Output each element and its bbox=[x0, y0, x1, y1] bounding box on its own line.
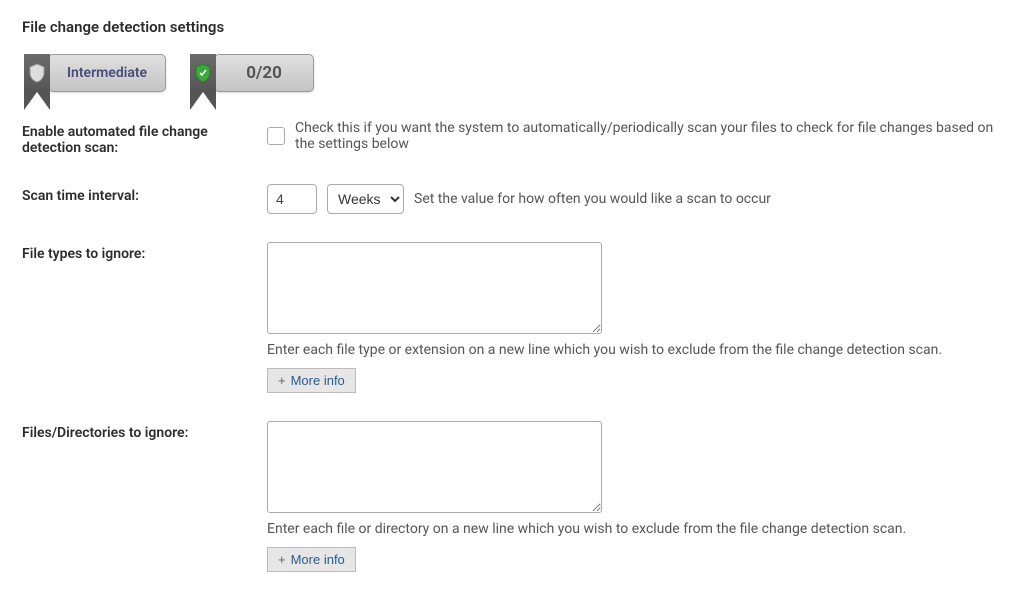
shield-icon bbox=[22, 54, 52, 92]
file-types-ignore-label: File types to ignore: bbox=[22, 242, 267, 262]
score-badge-text: 0/20 bbox=[246, 63, 282, 83]
level-badge-text: Intermediate bbox=[67, 65, 147, 81]
scan-interval-unit-select[interactable]: Weeks bbox=[327, 184, 404, 214]
file-types-ignore-textarea[interactable] bbox=[267, 242, 602, 334]
badges-row: Intermediate 0/20 bbox=[22, 54, 1002, 92]
score-badge: 0/20 bbox=[188, 54, 314, 92]
files-dirs-more-info-button[interactable]: + More info bbox=[267, 547, 356, 572]
files-dirs-ignore-label: Files/Directories to ignore: bbox=[22, 421, 267, 441]
files-dirs-ignore-textarea[interactable] bbox=[267, 421, 602, 513]
check-shield-icon bbox=[188, 54, 218, 92]
file-types-ignore-help: Enter each file type or extension on a n… bbox=[267, 342, 942, 358]
scan-interval-input[interactable] bbox=[267, 184, 317, 214]
file-types-more-info-button[interactable]: + More info bbox=[267, 368, 356, 393]
more-info-label: More info bbox=[291, 373, 345, 388]
plus-icon: + bbox=[278, 373, 286, 388]
more-info-label: More info bbox=[291, 552, 345, 567]
scan-interval-help: Set the value for how often you would li… bbox=[414, 191, 771, 207]
enable-scan-checkbox[interactable] bbox=[267, 127, 285, 145]
plus-icon: + bbox=[278, 552, 286, 567]
enable-scan-help: Check this if you want the system to aut… bbox=[295, 120, 1002, 152]
files-dirs-ignore-help: Enter each file or directory on a new li… bbox=[267, 521, 906, 537]
level-badge: Intermediate bbox=[22, 54, 166, 92]
scan-interval-label: Scan time interval: bbox=[22, 184, 267, 204]
enable-scan-label: Enable automated file change detection s… bbox=[22, 120, 267, 156]
section-title: File change detection settings bbox=[22, 18, 1002, 36]
